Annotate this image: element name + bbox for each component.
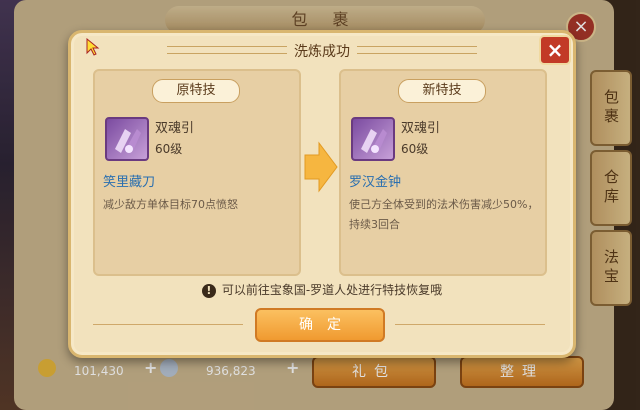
double-soul-item-icon xyxy=(351,117,395,161)
original-skill-header: 原特技 xyxy=(152,79,240,103)
original-skill-card: 原特技 双魂引 60级 笑里藏刀 减少敌方单体目标70点愤怒 xyxy=(93,69,301,276)
dialog-title: 洗炼成功 xyxy=(294,44,350,60)
arrow-right-icon xyxy=(304,141,338,193)
restore-notice: ! 可以前往宝象国-罗道人处进行特技恢复哦 xyxy=(71,281,573,298)
mouse-cursor-icon xyxy=(86,38,100,56)
original-item-name: 双魂引 xyxy=(155,121,195,136)
confirm-row: 确定 xyxy=(71,308,573,342)
original-item-level: 60级 xyxy=(155,142,183,156)
dialog-close-button[interactable]: × xyxy=(539,35,571,65)
divider-left xyxy=(93,324,243,325)
new-item-name: 双魂引 xyxy=(401,121,441,136)
title-ornament-right xyxy=(357,46,477,54)
new-skill-desc: 使己方全体受到的法术伤害减少50%，持续3回合 xyxy=(349,198,539,231)
original-skill-desc: 减少敌方单体目标70点愤怒 xyxy=(103,198,238,211)
divider-right xyxy=(395,324,545,325)
restore-notice-text: 可以前往宝象国-罗道人处进行特技恢复哦 xyxy=(221,283,443,297)
new-skill-name: 罗汉金钟 xyxy=(349,175,402,190)
new-skill-card: 新特技 双魂引 60级 罗汉金钟 使己方全体受到的法术伤害减少50%，持续3回合 xyxy=(339,69,547,276)
refine-result-dialog: 洗炼成功 × 原特技 双魂引 60级 笑里藏刀 减少敌方单体目标70点愤怒 新特… xyxy=(68,30,576,358)
original-skill-name: 笑里藏刀 xyxy=(103,175,156,190)
new-skill-header: 新特技 xyxy=(398,79,486,103)
info-exclamation-icon: ! xyxy=(201,283,216,298)
confirm-button[interactable]: 确定 xyxy=(255,308,385,342)
double-soul-item-icon xyxy=(105,117,149,161)
new-item-level: 60级 xyxy=(401,142,429,156)
